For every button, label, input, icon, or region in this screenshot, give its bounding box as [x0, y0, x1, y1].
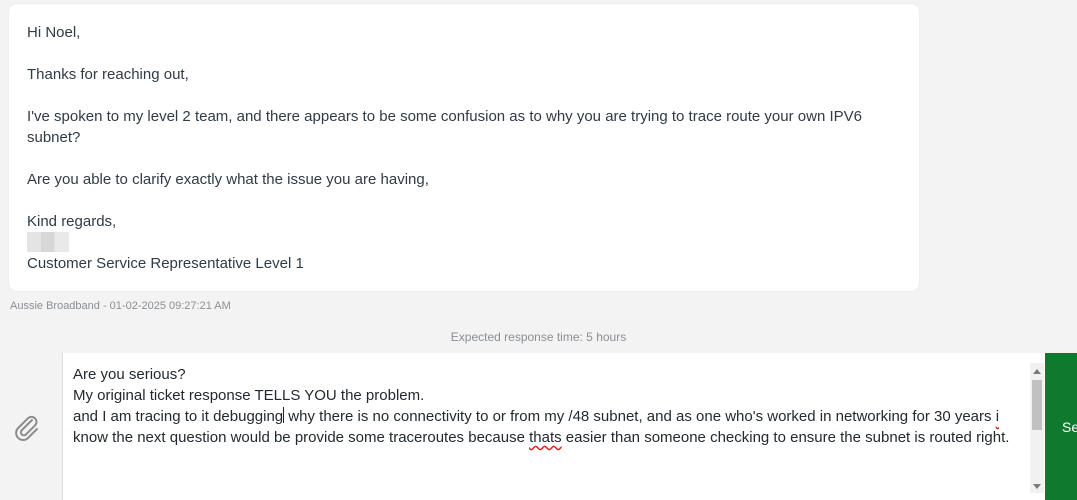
- reply-line: Are you serious?: [73, 366, 186, 383]
- redacted-name: [27, 232, 907, 253]
- message-greeting: Hi Noel,: [27, 24, 81, 41]
- spellcheck-word: i: [995, 408, 1000, 425]
- message-body: Hi Noel, Thanks for reaching out, I've s…: [27, 22, 907, 274]
- reply-text-segment: why there is no connectivity to or from …: [284, 408, 996, 425]
- signature-title: Customer Service Representative Level 1: [27, 255, 304, 272]
- message-line: Thanks for reaching out,: [27, 66, 189, 83]
- reply-text-segment: easier than someone checking to ensure t…: [561, 429, 1010, 446]
- reply-text-segment: and I am tracing to it debugging: [73, 408, 284, 425]
- spellcheck-word: thats: [529, 429, 562, 446]
- message-card: Hi Noel, Thanks for reaching out, I've s…: [9, 4, 919, 291]
- message-signoff: Kind regards,: [27, 213, 117, 230]
- reply-text-segment: know the next question would be provide …: [73, 429, 530, 446]
- reply-line: and I am tracing to it debugging why the…: [73, 406, 1031, 448]
- scroll-up-arrow-icon[interactable]: [1033, 369, 1041, 374]
- reply-textarea[interactable]: Are you serious? My original ticket resp…: [73, 364, 1031, 448]
- paperclip-icon[interactable]: [12, 413, 42, 443]
- message-meta: Aussie Broadband - 01-02-2025 09:27:21 A…: [10, 300, 231, 312]
- textarea-scrollbar[interactable]: [1030, 363, 1044, 493]
- scroll-thumb[interactable]: [1032, 380, 1042, 430]
- attachment-zone[interactable]: [0, 353, 63, 500]
- reply-composer: Are you serious? My original ticket resp…: [0, 353, 1077, 500]
- reply-line: My original ticket response TELLS YOU th…: [73, 387, 425, 404]
- scroll-down-arrow-icon[interactable]: [1033, 484, 1041, 489]
- send-button[interactable]: Send: [1045, 353, 1077, 500]
- message-line: Are you able to clarify exactly what the…: [27, 171, 429, 188]
- message-line: I've spoken to my level 2 team, and ther…: [27, 108, 862, 146]
- expected-response-time: Expected response time: 5 hours: [450, 330, 627, 344]
